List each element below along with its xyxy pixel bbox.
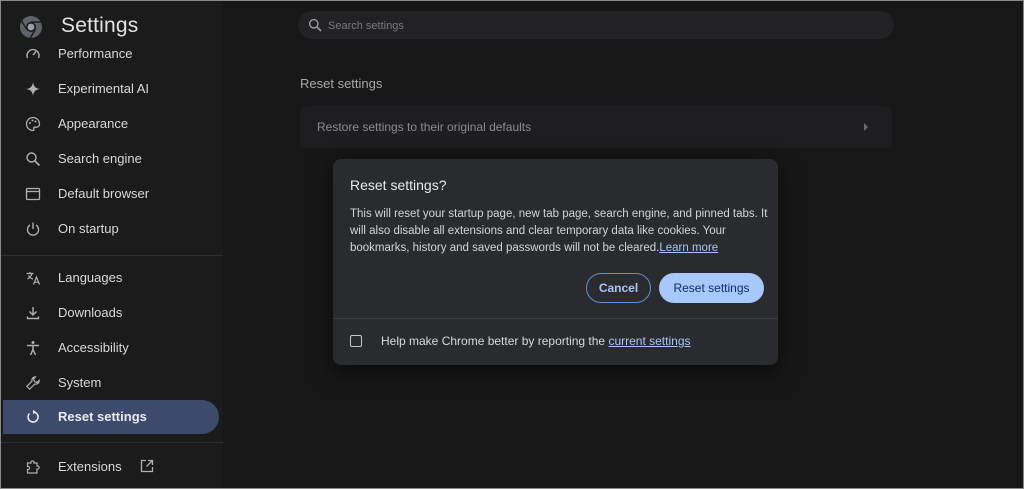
sidebar-item-label: Search engine	[58, 151, 142, 166]
sidebar-item-appearance[interactable]: Appearance	[3, 107, 219, 141]
search-icon	[26, 152, 41, 167]
search-icon	[308, 18, 322, 32]
chrome-logo-icon	[20, 16, 42, 39]
reset-settings-dialog: Reset settings? This will reset your sta…	[333, 159, 778, 365]
sidebar-item-label: On startup	[58, 221, 119, 236]
restore-defaults-row[interactable]: Restore settings to their original defau…	[317, 120, 531, 134]
sidebar: Settings Performance Experimental AI App…	[1, 1, 223, 488]
power-icon	[26, 222, 40, 236]
sparkle-icon	[26, 82, 40, 96]
accessibility-icon	[27, 341, 39, 356]
checkbox-label: Help make Chrome better by reporting the…	[381, 334, 691, 348]
sidebar-item-extensions[interactable]: Extensions	[3, 450, 219, 484]
browser-window-icon	[25, 187, 41, 201]
sidebar-divider	[1, 442, 223, 443]
sidebar-item-performance[interactable]: Performance	[3, 37, 219, 71]
sidebar-item-label: Default browser	[58, 186, 150, 201]
sidebar-item-system[interactable]: System	[3, 366, 219, 400]
sidebar-item-experimental-ai[interactable]: Experimental AI	[3, 72, 219, 106]
chevron-right-icon	[864, 123, 868, 131]
sidebar-item-downloads[interactable]: Downloads	[3, 296, 219, 330]
open-in-new-icon	[140, 459, 154, 473]
sidebar-item-label: Reset settings	[58, 409, 147, 424]
sidebar-item-default-browser[interactable]: Default browser	[3, 177, 219, 211]
reset-settings-button[interactable]: Reset settings	[659, 273, 764, 303]
sidebar-item-label: Appearance	[58, 116, 129, 131]
performance-icon	[26, 48, 40, 59]
report-settings-checkbox[interactable]	[350, 335, 362, 347]
wrench-icon	[25, 376, 40, 391]
sidebar-item-reset-settings[interactable]: Reset settings	[3, 400, 219, 434]
sidebar-item-on-startup[interactable]: On startup	[3, 212, 219, 246]
reset-icon	[27, 409, 39, 423]
sidebar-divider	[1, 255, 223, 256]
sidebar-item-languages[interactable]: Languages	[3, 261, 219, 295]
sidebar-item-label: Languages	[58, 270, 123, 285]
sidebar-item-label: System	[58, 375, 102, 390]
sidebar-item-accessibility[interactable]: Accessibility	[3, 331, 219, 365]
puzzle-icon	[26, 460, 40, 474]
section-title: Reset settings	[300, 76, 383, 91]
sidebar-item-label: Performance	[58, 46, 133, 61]
palette-icon	[25, 116, 41, 132]
search-input[interactable]	[326, 15, 870, 37]
dialog-divider	[333, 318, 778, 319]
sidebar-item-label: Experimental AI	[58, 81, 150, 96]
translate-icon	[26, 272, 41, 285]
search-bar[interactable]	[298, 11, 894, 39]
sidebar-item-label: Downloads	[58, 305, 123, 320]
cancel-button[interactable]: Cancel	[586, 273, 651, 303]
download-icon	[26, 307, 40, 320]
sidebar-item-search-engine[interactable]: Search engine	[3, 142, 219, 176]
sidebar-item-label: Accessibility	[58, 340, 129, 355]
settings-card: Restore settings to their original defau…	[300, 106, 892, 148]
dialog-body: This will reset your startup page, new t…	[350, 206, 770, 257]
learn-more-link[interactable]: Learn more	[659, 242, 718, 254]
page-title: Settings	[61, 14, 139, 37]
current-settings-link[interactable]: current settings	[608, 334, 690, 348]
checkbox-label-text: Help make Chrome better by reporting the	[381, 334, 609, 348]
dialog-title: Reset settings?	[350, 177, 447, 193]
sidebar-item-label: Extensions	[58, 459, 122, 474]
